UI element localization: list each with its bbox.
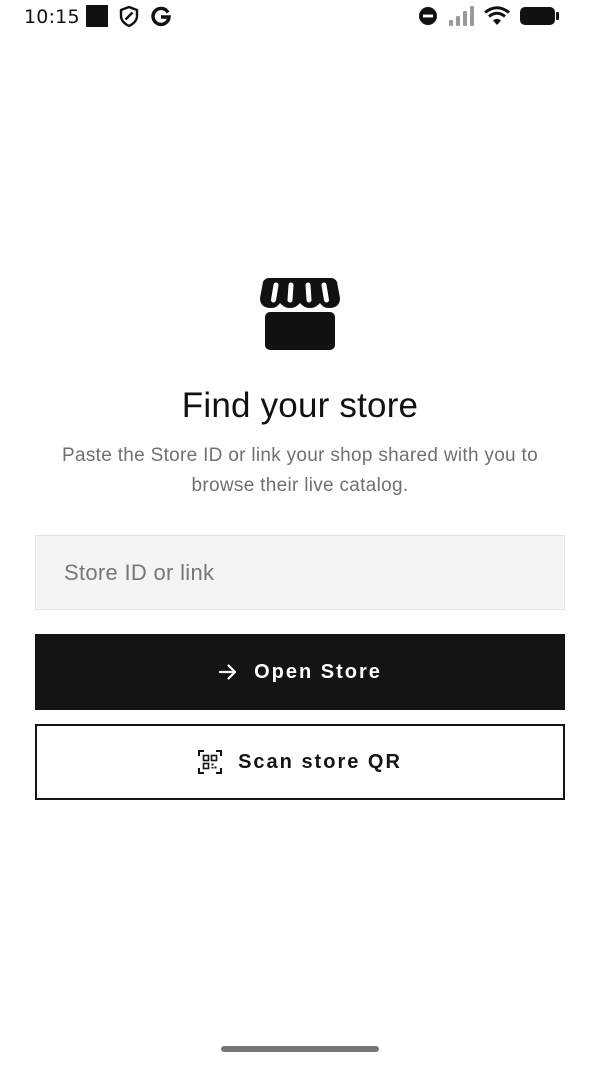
arrow-right-icon bbox=[218, 663, 238, 681]
store-id-input[interactable] bbox=[35, 535, 565, 610]
signal-icon bbox=[448, 5, 474, 31]
status-right-icons bbox=[418, 5, 560, 31]
scan-store-qr-button[interactable]: Scan store QR bbox=[35, 724, 565, 800]
qr-scan-icon bbox=[198, 750, 223, 774]
open-store-button[interactable]: Open Store bbox=[35, 634, 565, 710]
home-indicator[interactable] bbox=[221, 1046, 379, 1052]
google-icon bbox=[150, 5, 172, 32]
square-notification-icon bbox=[86, 4, 108, 32]
page-title: Find your store bbox=[181, 386, 419, 425]
page-subtitle: Paste the Store ID or link your shop sha… bbox=[62, 445, 538, 496]
battery-icon bbox=[520, 6, 560, 31]
wifi-icon bbox=[484, 5, 510, 31]
status-time: 10:15 bbox=[24, 6, 80, 28]
do-not-disturb-icon bbox=[418, 6, 438, 31]
status-bar: 10:15 bbox=[0, 0, 600, 36]
storefront-icon bbox=[259, 276, 341, 352]
status-left-icons bbox=[86, 4, 172, 32]
scan-store-qr-label: Scan store QR bbox=[238, 750, 402, 773]
shield-icon bbox=[118, 5, 140, 32]
open-store-label: Open Store bbox=[254, 660, 382, 683]
